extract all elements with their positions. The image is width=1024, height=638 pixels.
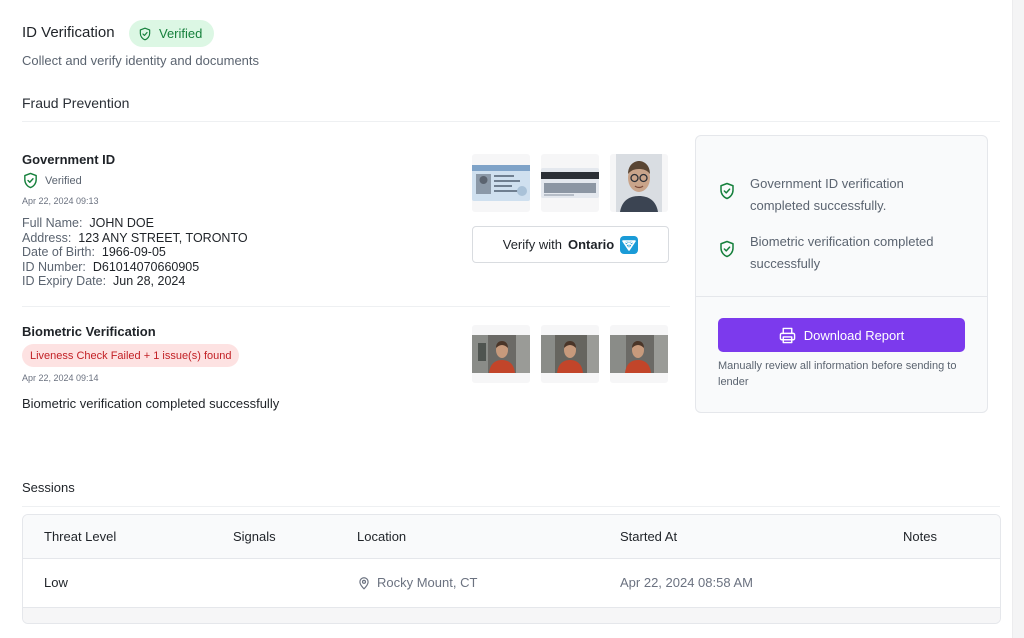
- column-header-signals[interactable]: Signals: [233, 529, 276, 544]
- page-subtitle: Collect and verify identity and document…: [22, 53, 260, 68]
- map-pin-icon: [359, 576, 369, 589]
- id-front-thumbnail[interactable]: [472, 154, 530, 212]
- cell-threat-level: Low: [44, 575, 68, 590]
- verify-prefix: Verify with: [502, 237, 562, 252]
- biometric-timestamp: Apr 22, 2024 09:14: [22, 373, 99, 383]
- id-fields: Full Name: JOHN DOE Address: 123 ANY STR…: [22, 216, 248, 289]
- shield-check-icon: [24, 172, 37, 189]
- cell-location: Rocky Mount, CT: [357, 575, 477, 590]
- government-id-status-label: Verified: [45, 174, 82, 187]
- section-title: Fraud Prevention: [22, 95, 130, 111]
- summary-item-government-id: Government ID verification completed suc…: [718, 173, 965, 217]
- verify-with-ontario-button[interactable]: Verify with Ontario: [472, 226, 669, 263]
- biometric-result: Biometric verification completed success…: [22, 396, 280, 411]
- id-back-thumbnail[interactable]: [541, 154, 599, 212]
- verification-summary-panel: Government ID verification completed suc…: [695, 135, 988, 413]
- selfie-thumbnail-1[interactable]: [472, 325, 530, 383]
- id-field-full-name: Full Name: JOHN DOE: [22, 216, 154, 230]
- id-portrait-thumbnail[interactable]: [610, 154, 668, 212]
- id-field-id-number: ID Number: D61014070660905: [22, 259, 200, 274]
- ontario-brand: Ontario: [568, 237, 615, 252]
- divider: [22, 121, 1000, 122]
- government-id-title: Government ID: [22, 152, 116, 167]
- shield-check-icon: [139, 27, 151, 40]
- id-field-address: Address: 123 ANY STREET, TORONTO: [22, 230, 248, 245]
- cell-location-label: Rocky Mount, CT: [377, 575, 478, 590]
- shield-check-icon: [720, 182, 734, 200]
- table-header: Threat Level Signals Location Started At…: [23, 515, 1000, 559]
- status-badge-label: Verified: [159, 26, 203, 41]
- download-report-label: Download Report: [803, 327, 905, 343]
- government-id-timestamp: Apr 22, 2024 09:13: [22, 196, 99, 206]
- summary-item-label: Biometric verification completed success…: [750, 234, 934, 271]
- download-report-button[interactable]: Download Report: [718, 318, 965, 352]
- biometric-title: Biometric Verification: [22, 324, 156, 339]
- sessions-title: Sessions: [22, 480, 75, 495]
- printer-icon: [779, 327, 796, 343]
- government-id-status: Verified: [22, 172, 82, 189]
- column-header-notes[interactable]: Notes: [903, 529, 937, 544]
- ontario-trillium-icon: [620, 235, 639, 254]
- shield-check-icon: [720, 240, 734, 258]
- column-header-threat-level[interactable]: Threat Level: [44, 529, 116, 544]
- divider: [696, 296, 987, 297]
- summary-item-label: Government ID verification completed suc…: [750, 176, 904, 213]
- id-field-expiry-date: ID Expiry Date: Jun 28, 2024: [22, 274, 186, 289]
- liveness-failed-badge: Liveness Check Failed + 1 issue(s) found: [22, 344, 240, 367]
- divider: [22, 506, 1000, 507]
- summary-item-biometric: Biometric verification completed success…: [718, 231, 965, 275]
- review-note: Manually review all information before s…: [718, 360, 957, 388]
- id-field-date-of-birth: Date of Birth: 1966-09-05: [22, 245, 166, 260]
- sessions-table: Threat Level Signals Location Started At…: [22, 514, 1001, 624]
- cell-started-at: Apr 22, 2024 08:58 AM: [620, 575, 753, 590]
- scrollbar[interactable]: [1012, 0, 1024, 638]
- table-row[interactable]: [23, 607, 1000, 623]
- divider: [22, 306, 670, 307]
- page-title: ID Verification: [22, 24, 115, 41]
- column-header-started-at[interactable]: Started At: [620, 529, 677, 544]
- selfie-thumbnail-2[interactable]: [541, 325, 599, 383]
- column-header-location[interactable]: Location: [357, 529, 406, 544]
- status-badge: Verified: [129, 20, 215, 47]
- selfie-thumbnail-3[interactable]: [610, 325, 668, 383]
